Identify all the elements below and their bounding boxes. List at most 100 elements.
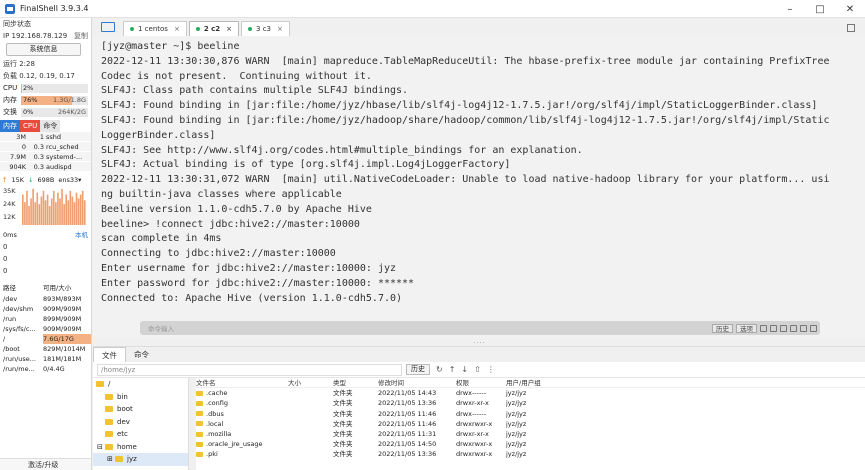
column-header-type[interactable]: 类型	[333, 378, 378, 387]
net-traffic-bar	[73, 202, 76, 225]
column-header-modified[interactable]: 修改时间	[378, 378, 456, 387]
process-mem: 904K	[9, 163, 26, 171]
more-icon[interactable]: ⋮	[487, 365, 495, 374]
expand-icon[interactable]: ⊞	[107, 453, 115, 466]
download-icon[interactable]: ↓	[461, 365, 468, 374]
column-header-permissions[interactable]: 权限	[456, 378, 506, 387]
folder-icon[interactable]	[101, 22, 115, 32]
grid-view-icon[interactable]	[847, 24, 855, 32]
file-name-cell: .config	[196, 398, 288, 408]
tab-commands[interactable]: 命令	[126, 347, 157, 362]
process-tab-cpu[interactable]: CPU	[20, 120, 41, 132]
process-row[interactable]: 904K 0.3 audispd	[0, 162, 91, 172]
disk-row: /boot 829M/1014M	[0, 344, 91, 354]
process-cpu: 0.3	[33, 153, 44, 161]
process-row[interactable]: 0 0.3 rcu_sched	[0, 142, 91, 152]
search-icon[interactable]	[780, 324, 787, 332]
latency-host-select[interactable]: 本机	[75, 230, 88, 241]
folder-icon	[96, 381, 104, 388]
process-tab-command[interactable]: 命令	[40, 120, 61, 132]
tab-label: 3 c3	[256, 25, 272, 33]
tab-centos[interactable]: 1 centos ×	[123, 21, 187, 36]
file-row[interactable]: .oracle_jre_usage 文件夹 2022/11/05 14:50 drwx…	[196, 439, 865, 449]
disk-size: 909M/909M	[43, 305, 82, 313]
copy-ip-link[interactable]: 复制	[74, 30, 88, 42]
bottom-tab-bar: 文件 命令	[93, 346, 865, 362]
maximize-icon[interactable]: □	[805, 0, 835, 18]
memory-label: 内存	[3, 96, 17, 104]
close-icon[interactable]: ×	[226, 25, 232, 33]
swap-detail: 264K/2G	[57, 108, 86, 116]
file-permissions: drwxr-xr-x	[456, 399, 489, 408]
tab-label: 2 c2	[203, 25, 221, 33]
terminal-line: Beeline version 1.1.0-cdh5.7.0 by Apache…	[101, 203, 372, 215]
folder-icon	[196, 421, 203, 427]
tree-item-boot[interactable]: boot	[93, 403, 188, 416]
window-controls: – □ ✕	[775, 0, 865, 18]
upload-icon[interactable]: ⇧	[474, 365, 481, 374]
up-directory-icon[interactable]: ↑	[449, 365, 456, 374]
history-button[interactable]: 历史	[712, 323, 733, 333]
collapse-icon[interactable]: ⊟	[97, 441, 105, 454]
command-input-bar[interactable]: 命令输入 历史 选项	[140, 321, 820, 335]
file-permissions: drwx------	[456, 389, 487, 398]
file-list: 文件名 大小 类型 修改时间 权限 用户/用户组 .cache 文件夹 2022/1…	[196, 378, 865, 470]
system-info-button[interactable]: 系统信息	[6, 43, 81, 56]
folder-icon	[115, 456, 123, 463]
sync-status[interactable]: 同步状态	[0, 18, 91, 30]
close-icon[interactable]: ×	[277, 25, 283, 33]
minimize-icon[interactable]: –	[775, 0, 805, 18]
paste-icon[interactable]	[770, 324, 777, 332]
status-dot-icon	[248, 27, 253, 31]
disk-path: /run/use...	[3, 355, 36, 363]
file-row[interactable]: .mozilla 文件夹 2022/11/05 11:31 drwxr-xr-x jyz…	[196, 429, 865, 439]
tree-item-etc[interactable]: etc	[93, 428, 188, 441]
tree-item-root[interactable]: /	[93, 378, 188, 391]
swap-bar: 0% 264K/2G	[21, 107, 88, 117]
expand-icon[interactable]	[810, 324, 817, 332]
copy-icon[interactable]	[760, 324, 767, 332]
tab-c3[interactable]: 3 c3 ×	[241, 21, 290, 36]
path-history-button[interactable]: 历史	[406, 364, 430, 375]
close-icon[interactable]: ✕	[835, 0, 865, 18]
tree-item-jyz[interactable]: ⊞ jyz	[93, 453, 188, 466]
gear-icon[interactable]	[790, 324, 797, 332]
process-tab-memory[interactable]: 内存	[0, 120, 20, 132]
tree-item-label: home	[117, 442, 137, 451]
network-interface-select[interactable]: ens33	[58, 175, 78, 186]
tab-c2[interactable]: 2 c2 ×	[188, 21, 240, 36]
file-type: 文件夹	[333, 429, 353, 438]
path-input[interactable]: /home/jyz	[97, 363, 402, 376]
refresh-icon[interactable]: ↻	[436, 365, 443, 374]
file-type: 文件夹	[333, 389, 353, 398]
file-owner: jyz/jyz	[506, 409, 527, 418]
close-icon[interactable]: ×	[174, 25, 180, 33]
file-row[interactable]: .pki 文件夹 2022/11/05 13:36 drwxrwxr-x jyz/jyz	[196, 449, 865, 459]
column-header-name[interactable]: 文件名	[196, 378, 288, 387]
process-row[interactable]: 7.9M 0.3 systemd-...	[0, 152, 91, 162]
tree-item-bin[interactable]: bin	[93, 391, 188, 404]
stop-icon[interactable]	[800, 324, 807, 332]
file-row[interactable]: .dbus 文件夹 2022/11/05 11:46 drwx------ jyz/jy…	[196, 409, 865, 419]
tab-files[interactable]: 文件	[93, 347, 126, 362]
chevron-down-icon[interactable]: ▾	[78, 175, 81, 186]
file-row[interactable]: .config 文件夹 2022/11/05 13:36 drwxr-xr-x jyz/…	[196, 398, 865, 408]
swap-percent: 0%	[23, 108, 34, 116]
file-permissions: drwx------	[456, 409, 487, 418]
process-row[interactable]: 3M 1 sshd	[0, 132, 91, 142]
net-traffic-bar	[75, 192, 78, 225]
file-type: 文件夹	[333, 419, 353, 428]
column-header-size[interactable]: 大小	[288, 378, 333, 387]
column-header-owner[interactable]: 用户/用户组	[506, 378, 566, 387]
session-tab-bar: 1 centos × 2 c2 × 3 c3 ×	[93, 18, 865, 36]
activate-upgrade-button[interactable]: 激活/升级	[0, 458, 91, 470]
tree-item-home[interactable]: ⊟ home	[93, 441, 188, 454]
options-button[interactable]: 选项	[736, 323, 757, 333]
disk-path: /	[3, 335, 6, 343]
file-row[interactable]: .local 文件夹 2022/11/05 11:46 drwxrwxr-x jyz/j…	[196, 419, 865, 429]
tree-item-dev[interactable]: dev	[93, 416, 188, 429]
file-row[interactable]: .cache 文件夹 2022/11/05 14:43 drwx------ jyz/j…	[196, 388, 865, 398]
command-input[interactable]: 命令输入	[148, 323, 712, 333]
terminal-output[interactable]: [jyz@master ~]$ beeline 2022-12-11 13:30:…	[93, 36, 865, 338]
tree-item-label: jyz	[127, 455, 137, 463]
